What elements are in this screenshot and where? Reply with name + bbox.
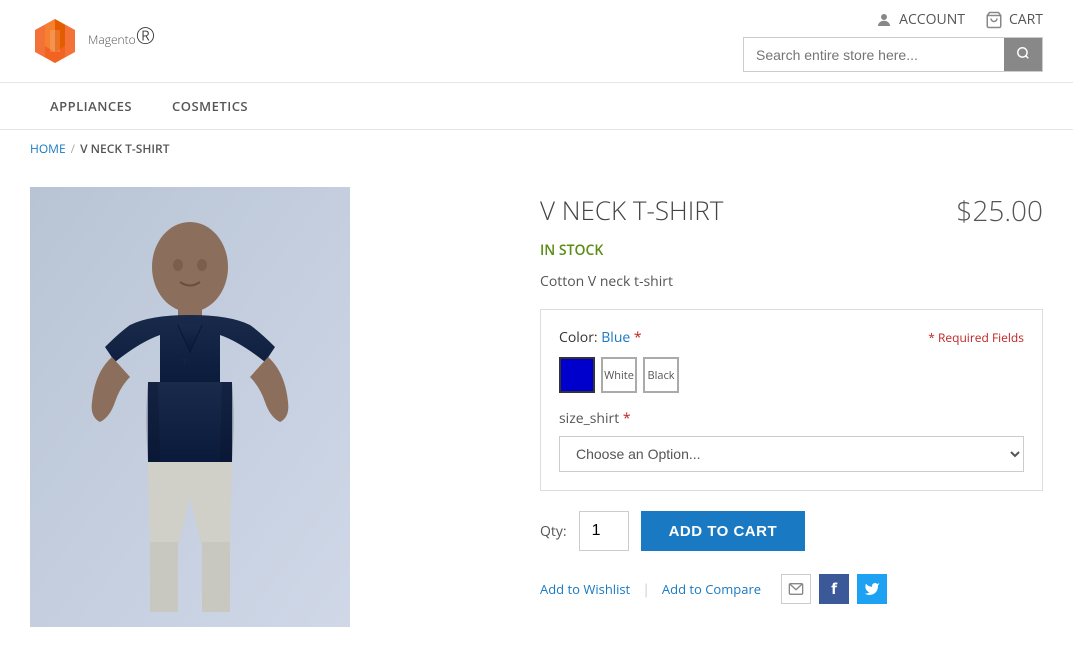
size-label: size_shirt *: [559, 409, 1024, 428]
link-separator: |: [642, 580, 650, 599]
color-swatches: White Black: [559, 357, 1024, 393]
svg-text:T: T: [182, 357, 187, 368]
add-to-compare-link[interactable]: Add to Compare: [662, 580, 761, 598]
search-button[interactable]: [1004, 38, 1042, 71]
cart-link[interactable]: CART: [985, 10, 1043, 29]
color-swatch-black[interactable]: Black: [643, 357, 679, 393]
product-image-svg: T: [30, 187, 350, 627]
email-share-icon[interactable]: [781, 574, 811, 604]
qty-label: Qty:: [540, 522, 567, 541]
color-option-header: Color: Blue * * Required Fields: [559, 328, 1024, 347]
facebook-share-icon[interactable]: f: [819, 574, 849, 604]
product-details: V NECK T-SHIRT $25.00 IN STOCK Cotton V …: [540, 187, 1043, 627]
breadcrumb-home[interactable]: HOME: [30, 140, 66, 157]
product-image-area: T: [30, 187, 510, 627]
search-icon: [1016, 46, 1030, 60]
add-to-cart-row: Qty: ADD TO CART: [540, 506, 1043, 551]
product-description: Cotton V neck t-shirt: [540, 272, 1043, 291]
required-fields-label: * Required Fields: [928, 329, 1024, 346]
product-title: V NECK T-SHIRT: [540, 192, 723, 228]
add-to-cart-button[interactable]: ADD TO CART: [641, 511, 806, 551]
breadcrumb-separator: /: [71, 140, 75, 157]
header-right: ACCOUNT CART: [743, 10, 1043, 72]
size-required-mark: *: [623, 409, 631, 428]
product-main-image: T: [30, 187, 350, 627]
twitter-icon: [864, 581, 880, 597]
logo-text: Magento®: [88, 19, 155, 63]
product-page: T V NECK T-SHIRT $25.00 IN STOCK Cotton …: [0, 167, 1073, 647]
product-links: Add to Wishlist | Add to Compare f: [540, 569, 1043, 604]
account-link[interactable]: ACCOUNT: [875, 10, 965, 29]
product-price: $25.00: [956, 192, 1043, 230]
email-icon: [788, 581, 804, 597]
color-label: Color:: [559, 328, 598, 347]
cart-icon: [985, 11, 1003, 29]
social-icons: f: [781, 574, 887, 604]
account-icon: [875, 11, 893, 29]
color-swatch-blue[interactable]: [559, 357, 595, 393]
qty-input[interactable]: [579, 511, 629, 551]
add-to-wishlist-link[interactable]: Add to Wishlist: [540, 580, 630, 598]
color-swatch-black-label: Black: [647, 368, 674, 383]
main-nav: APPLIANCES COSMETICS: [0, 83, 1073, 130]
stock-status: IN STOCK: [540, 241, 1043, 260]
breadcrumb-current: V NECK T-SHIRT: [80, 140, 169, 157]
search-bar: [743, 37, 1043, 72]
account-label: ACCOUNT: [899, 10, 965, 29]
nav-item-cosmetics[interactable]: COSMETICS: [152, 83, 268, 129]
twitter-share-icon[interactable]: [857, 574, 887, 604]
color-swatch-white-label: White: [604, 368, 634, 383]
header-actions: ACCOUNT CART: [875, 10, 1043, 29]
options-box: Color: Blue * * Required Fields White Bl…: [540, 309, 1043, 491]
facebook-icon-letter: f: [831, 579, 837, 599]
magento-logo-icon: [30, 16, 80, 66]
color-swatch-white[interactable]: White: [601, 357, 637, 393]
cart-label: CART: [1009, 10, 1043, 29]
nav-item-appliances[interactable]: APPLIANCES: [30, 83, 152, 129]
size-section: size_shirt * Choose an Option... Small M…: [559, 409, 1024, 472]
header: Magento® ACCOUNT CART: [0, 0, 1073, 83]
product-header: V NECK T-SHIRT $25.00: [540, 192, 1043, 233]
color-label-group: Color: Blue *: [559, 328, 642, 347]
size-select[interactable]: Choose an Option... Small Medium Large X…: [559, 436, 1024, 472]
color-required-mark: *: [634, 328, 642, 347]
logo[interactable]: Magento®: [30, 16, 155, 66]
color-selected-value: Blue: [601, 328, 630, 347]
search-input[interactable]: [744, 39, 1004, 71]
breadcrumb: HOME / V NECK T-SHIRT: [0, 130, 1073, 167]
color-section: Color: Blue * * Required Fields White Bl…: [559, 328, 1024, 393]
